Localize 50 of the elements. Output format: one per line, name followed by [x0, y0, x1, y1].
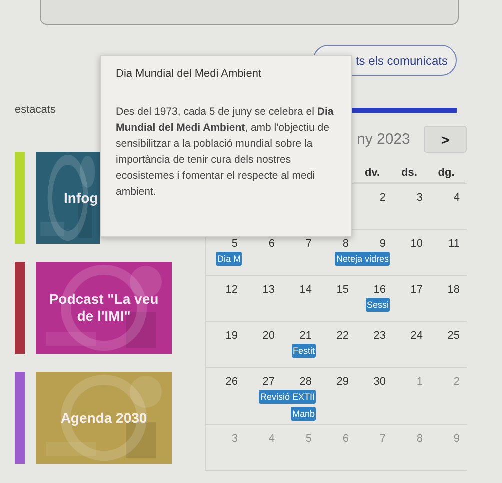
event-chip[interactable]: Revisió EXTII: [259, 390, 316, 404]
event-chip[interactable]: Festit: [292, 344, 316, 358]
weekday-label: dg.: [438, 167, 455, 179]
weekday-label: ds.: [402, 167, 418, 179]
day-number[interactable]: 22: [336, 330, 349, 342]
tile-title: Podcast "La veu de l'IMI": [48, 291, 160, 325]
day-number[interactable]: 10: [410, 238, 423, 250]
day-number[interactable]: 8: [342, 238, 349, 250]
tile[interactable]: [15, 372, 25, 464]
day-number[interactable]: 7: [306, 238, 312, 250]
day-number[interactable]: 6: [268, 238, 275, 250]
tooltip-text: Des del 1973, cada 5 de juny se celebra el Dia Mundial del Medi Ambient, amb l'objectiu de sensibilitzar a la població mundial sobre la importància de tenir cura dels nostres ecosistemes i fomentar el respecte al medi ambient.: [115, 105, 335, 200]
day-number[interactable]: 20: [262, 330, 275, 342]
event-chip[interactable]: Sessi: [366, 298, 390, 312]
day-number[interactable]: 3: [416, 192, 423, 204]
day-number[interactable]: 17: [410, 284, 423, 296]
day-number[interactable]: 4: [454, 192, 460, 204]
day-number[interactable]: 2: [380, 192, 386, 204]
day-number[interactable]: 11: [448, 238, 460, 250]
day-number[interactable]: 24: [410, 330, 423, 342]
next-month-button[interactable]: >: [424, 126, 467, 153]
day-number[interactable]: 15: [336, 284, 349, 296]
event-chip[interactable]: Dia M: [216, 252, 242, 266]
day-number[interactable]: 19: [226, 330, 238, 342]
day-number[interactable]: 25: [448, 330, 460, 342]
tile[interactable]: [15, 152, 25, 244]
day-number[interactable]: 26: [226, 376, 238, 388]
weekday-label: dv.: [364, 167, 380, 179]
day-number[interactable]: 30: [374, 376, 386, 388]
day-number[interactable]: 18: [448, 284, 460, 296]
day-number[interactable]: 5: [232, 238, 238, 250]
section-title: estacats: [15, 104, 56, 116]
event-chip[interactable]: Neteja vidres: [335, 252, 390, 266]
day-number[interactable]: 12: [226, 284, 238, 296]
day-number[interactable]: 13: [262, 284, 275, 296]
day-number[interactable]: 9: [380, 238, 386, 250]
month-title: ny 2023: [357, 131, 410, 148]
day-number[interactable]: 16: [374, 284, 386, 296]
day-number[interactable]: 21: [300, 330, 312, 342]
day-number[interactable]: 29: [336, 376, 349, 388]
tooltip-title: Dia Mundial del Medi Ambient: [115, 67, 263, 80]
day-number[interactable]: 23: [374, 330, 386, 342]
day-number[interactable]: 27: [262, 376, 275, 388]
day-number[interactable]: 28: [300, 376, 312, 388]
tile-title: Infog: [63, 190, 100, 206]
event-chip[interactable]: Manb: [291, 407, 316, 421]
tile[interactable]: [15, 262, 25, 354]
text-area[interactable]: [40, 0, 459, 25]
day-number[interactable]: 14: [300, 284, 312, 296]
tile-title: Agenda 2030: [60, 410, 148, 426]
